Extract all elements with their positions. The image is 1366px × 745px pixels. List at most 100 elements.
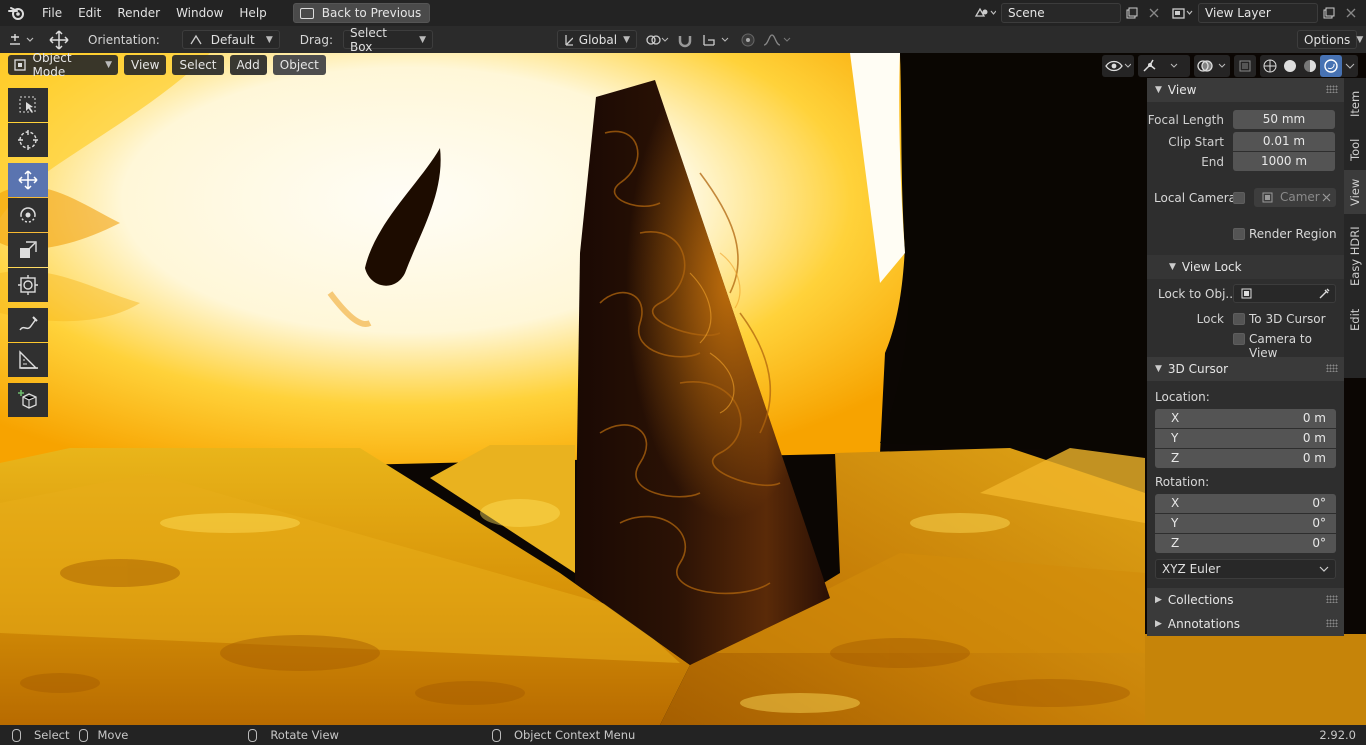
viewport-menu-add[interactable]: Add (229, 55, 267, 75)
drag-grip-icon[interactable] (1326, 85, 1338, 93)
transform-tool[interactable] (8, 268, 48, 302)
collapse-triangle-icon: ▼ (1169, 262, 1176, 272)
viewport-menu-view[interactable]: View (124, 55, 167, 75)
options-dropdown[interactable]: Options ▼ (1297, 30, 1363, 49)
3d-cursor-header[interactable]: ▼ 3D Cursor (1147, 357, 1344, 381)
local-camera-checkbox[interactable] (1233, 192, 1245, 204)
move-tool[interactable] (8, 163, 48, 197)
status-move-label: Move (97, 728, 129, 742)
3d-viewport[interactable]: Object Mode ▼ View Select Add Object ▼ V… (0, 53, 1366, 725)
lock-to-object-row: Lock to Obj... (1147, 284, 1344, 304)
menu-window[interactable]: Window (168, 0, 231, 26)
cursor-tool[interactable] (8, 123, 48, 157)
scene-type-icon[interactable] (969, 3, 1001, 23)
new-view-layer-icon[interactable] (1318, 3, 1340, 23)
local-camera-field[interactable]: Camer (1254, 188, 1336, 207)
drag-grip-icon[interactable] (1326, 619, 1338, 627)
blender-logo-icon[interactable] (0, 0, 34, 26)
tab-tool[interactable]: Tool (1344, 130, 1366, 170)
tool-mode-dropdown[interactable] (0, 33, 44, 47)
new-scene-icon[interactable] (1121, 3, 1143, 23)
menu-file[interactable]: File (34, 0, 70, 26)
mouse-right-icon (491, 728, 501, 742)
view-panel-header[interactable]: ▼ View (1147, 78, 1344, 102)
tab-item[interactable]: Item (1344, 78, 1366, 130)
pivot-point-icon[interactable] (644, 32, 670, 48)
rendered-shading-icon[interactable] (1320, 55, 1342, 77)
axis-label: Y (1171, 431, 1179, 445)
local-camera-label: Local Camera (1154, 191, 1237, 205)
axis-label: Y (1171, 516, 1179, 530)
drag-grip-icon[interactable] (1326, 595, 1338, 603)
add-cube-tool[interactable] (8, 383, 48, 417)
material-preview-icon[interactable] (1300, 59, 1320, 73)
view-layer-icon[interactable] (1166, 3, 1198, 23)
tab-easy-hdri[interactable]: Easy HDRI (1344, 214, 1366, 298)
clip-start-field[interactable]: 0.01 m (1233, 132, 1335, 151)
snap-increment-icon[interactable] (702, 32, 734, 48)
lock-to-3d-cursor-checkbox[interactable] (1233, 313, 1245, 325)
rotate-tool[interactable] (8, 198, 48, 232)
cursor-location-y-field[interactable]: Y 0 m (1155, 429, 1336, 448)
transform-orientation-value: Global (578, 32, 618, 47)
focal-length-field[interactable]: 50 mm (1233, 110, 1335, 129)
render-region-row: Render Region (1147, 224, 1344, 244)
measure-tool[interactable] (8, 343, 48, 377)
gizmo-toggle-icon[interactable] (1138, 55, 1190, 77)
rotation-mode-dropdown[interactable]: XYZ Euler (1155, 559, 1336, 579)
clip-end-field[interactable]: 1000 m (1233, 152, 1335, 171)
cursor-rotation-x-field[interactable]: X 0° (1155, 494, 1336, 513)
proportional-edit-icon[interactable] (740, 32, 756, 48)
snap-magnet-icon[interactable] (676, 32, 696, 48)
cursor-rotation-z-field[interactable]: Z 0° (1155, 534, 1336, 553)
cursor-rotation-y-field[interactable]: Y 0° (1155, 514, 1336, 533)
collections-title: Collections (1167, 593, 1234, 607)
overlays-toggle-icon[interactable] (1194, 55, 1230, 77)
tab-edit[interactable]: Edit (1344, 298, 1366, 342)
scene-name-field[interactable]: Scene (1001, 3, 1121, 23)
clear-field-icon[interactable] (1322, 193, 1331, 202)
orientation-dropdown[interactable]: Default ▼ (181, 30, 280, 49)
shading-options-chevron-icon[interactable] (1342, 62, 1358, 70)
drag-grip-icon[interactable] (1326, 364, 1338, 372)
view-lock-header[interactable]: ▼ View Lock (1147, 255, 1344, 279)
axis-value: 0° (1312, 516, 1326, 530)
menu-render[interactable]: Render (109, 0, 168, 26)
transform-orientation-dropdown[interactable]: Global ▼ (557, 30, 637, 49)
lock-to-object-field[interactable] (1233, 284, 1336, 303)
chevron-down-icon: ▼ (623, 34, 630, 45)
eyedropper-icon[interactable] (1318, 288, 1330, 300)
camera-object-icon (1262, 192, 1273, 203)
xray-toggle-icon[interactable] (1234, 55, 1256, 77)
visibility-eye-icon[interactable] (1102, 55, 1134, 77)
top-menu-bar: File Edit Render Window Help Back to Pre… (0, 0, 1366, 26)
viewport-menu-object[interactable]: Object (272, 55, 326, 75)
object-mode-dropdown[interactable]: Object Mode ▼ (8, 53, 118, 79)
drag-dropdown[interactable]: Select Box ▼ (342, 26, 433, 54)
back-to-previous-button[interactable]: Back to Previous (292, 3, 431, 23)
camera-to-view-row: Camera to View (1147, 329, 1344, 360)
camera-to-view-checkbox[interactable] (1233, 333, 1245, 345)
cursor-location-label: Location: (1155, 390, 1210, 404)
status-rotate-hint: Rotate View (248, 728, 339, 742)
menu-edit[interactable]: Edit (70, 0, 109, 26)
tab-view[interactable]: View (1344, 170, 1366, 214)
scale-tool[interactable] (8, 233, 48, 267)
annotate-tool[interactable] (8, 308, 48, 342)
annotations-header[interactable]: ▶ Annotations (1147, 612, 1344, 636)
collections-header[interactable]: ▶ Collections (1147, 588, 1344, 612)
menu-help[interactable]: Help (231, 0, 274, 26)
delete-scene-icon[interactable] (1143, 3, 1165, 23)
viewport-menu-select[interactable]: Select (172, 55, 224, 75)
render-region-checkbox[interactable] (1233, 228, 1245, 240)
cursor-location-z-field[interactable]: Z 0 m (1155, 449, 1336, 468)
cursor-location-x-field[interactable]: X 0 m (1155, 409, 1336, 428)
solid-shading-icon[interactable] (1280, 59, 1300, 73)
select-box-tool[interactable] (8, 88, 48, 122)
view-layer-field[interactable]: View Layer (1198, 3, 1318, 23)
view-layer-selector: View Layer (1166, 3, 1362, 23)
wireframe-shading-icon[interactable] (1260, 59, 1280, 73)
delete-view-layer-icon[interactable] (1340, 3, 1362, 23)
proportional-falloff-icon[interactable] (762, 32, 792, 48)
local-camera-value: Camer (1280, 190, 1320, 204)
